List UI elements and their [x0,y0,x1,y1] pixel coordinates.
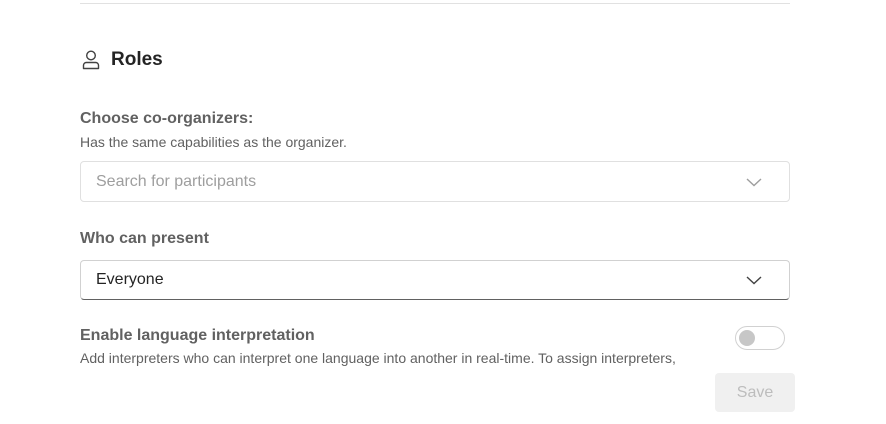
chevron-down-icon[interactable] [745,274,763,286]
roles-section-header: Roles [80,48,163,72]
language-interpretation-toggle[interactable] [735,326,785,350]
who-can-present-value: Everyone [96,271,164,288]
meeting-options-page: Roles Choose co-organizers: Has the same… [0,0,886,424]
co-organizers-search-dropdown[interactable] [80,161,790,202]
co-organizers-description: Has the same capabilities as the organiz… [80,134,347,150]
language-interpretation-label: Enable language interpretation [80,327,315,344]
save-button[interactable]: Save [715,373,795,412]
who-can-present-label: Who can present [80,230,209,247]
participant-search-input[interactable] [96,172,696,191]
person-icon [80,49,102,71]
toggle-knob [739,330,755,346]
section-divider [80,3,790,4]
chevron-down-icon[interactable] [745,176,763,188]
co-organizers-label: Choose co-organizers: [80,110,254,127]
language-interpretation-description: Add interpreters who can interpret one l… [80,350,676,366]
who-can-present-dropdown[interactable]: Everyone [80,260,790,300]
section-title: Roles [111,49,163,70]
